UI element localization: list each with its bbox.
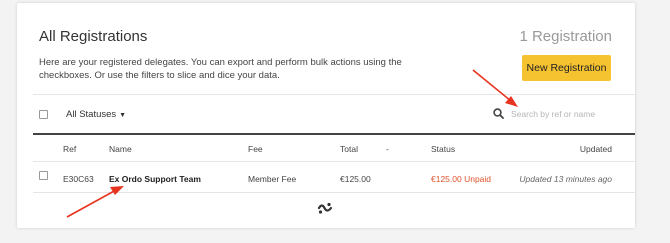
annotation-arrows: [66, 69, 518, 218]
annotation-arrow-search: [472, 69, 518, 107]
annotation-arrow-name: [66, 186, 124, 218]
